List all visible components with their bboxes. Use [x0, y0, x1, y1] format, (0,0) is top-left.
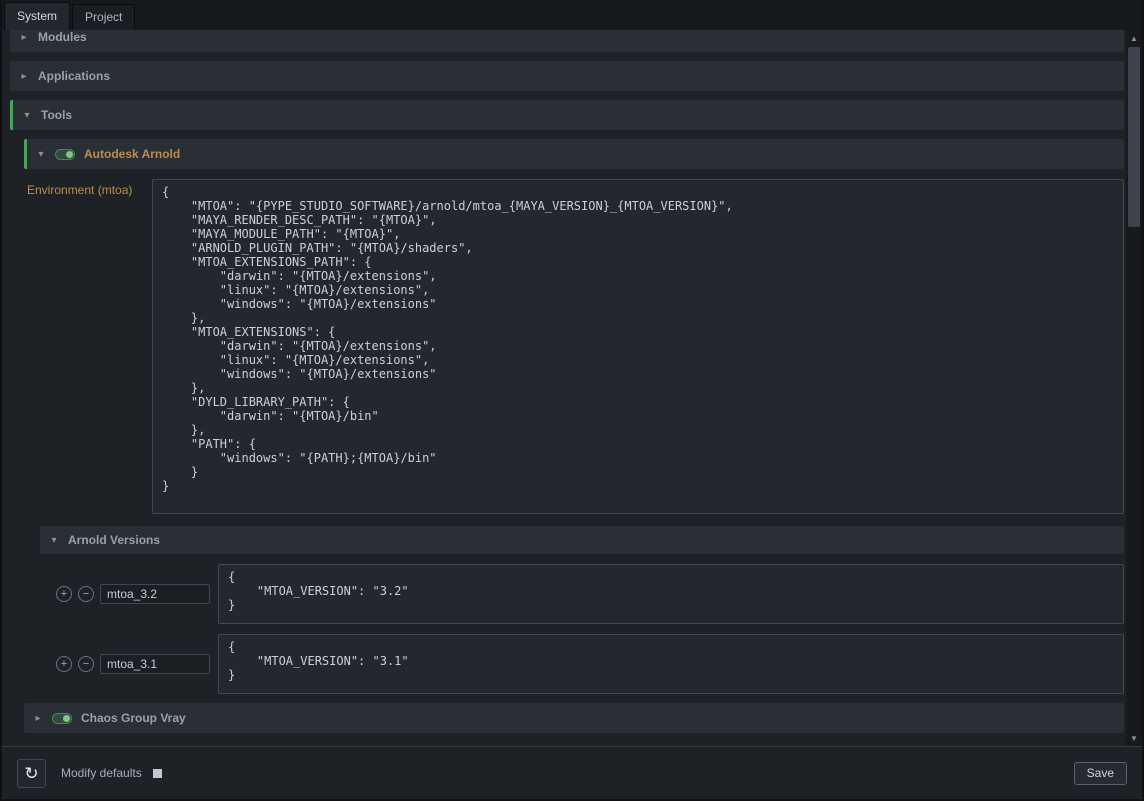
remove-version-button[interactable]: − [78, 656, 94, 672]
subsection-label-arnold-versions: Arnold Versions [68, 533, 160, 547]
refresh-button[interactable]: ↻ [17, 759, 46, 788]
group-header-arnold[interactable]: ▾ Autodesk Arnold [24, 139, 1124, 169]
section-header-modules[interactable]: ▸ Modules [10, 30, 1124, 52]
collapsed-arrow-icon: ▸ [33, 713, 43, 724]
tab-project-label: Project [85, 10, 122, 24]
section-label-tools: Tools [41, 108, 72, 122]
modify-defaults-label: Modify defaults [61, 766, 142, 780]
group-label-arnold: Autodesk Arnold [84, 147, 180, 161]
settings-scroll-area: ▸ Modules ▸ Applications ▾ Tools ▾ Autod… [2, 30, 1126, 746]
vray-enabled-toggle[interactable] [52, 713, 72, 724]
version-row: + − { "MTOA_VERSION": "3.2" } [40, 564, 1124, 624]
collapsed-arrow-icon: ▸ [19, 32, 29, 43]
section-label-applications: Applications [38, 69, 110, 83]
tab-project[interactable]: Project [72, 4, 135, 30]
tab-bar: System Project [2, 0, 1142, 30]
subsection-header-arnold-versions[interactable]: ▾ Arnold Versions [40, 526, 1124, 554]
scroll-thumb[interactable] [1128, 47, 1140, 227]
expanded-arrow-icon: ▾ [49, 535, 59, 546]
version-key-input[interactable] [100, 654, 210, 674]
arnold-enabled-toggle[interactable] [55, 149, 75, 160]
environment-label: Environment (mtoa) [24, 179, 152, 197]
section-header-applications[interactable]: ▸ Applications [10, 61, 1124, 91]
add-version-button[interactable]: + [56, 586, 72, 602]
scroll-down-button[interactable]: ▼ [1126, 730, 1142, 746]
environment-row: Environment (mtoa) { "MTOA": "{PYPE_STUD… [24, 179, 1124, 514]
vertical-scrollbar[interactable]: ▲ ▼ [1126, 30, 1142, 746]
settings-window: System Project ▸ Modules ▸ Applications … [0, 0, 1144, 801]
version-key-input[interactable] [100, 584, 210, 604]
settings-body: ▸ Modules ▸ Applications ▾ Tools ▾ Autod… [2, 30, 1142, 746]
section-label-modules: Modules [38, 30, 87, 44]
tab-system-label: System [17, 9, 57, 23]
tab-system[interactable]: System [4, 2, 70, 30]
expanded-arrow-icon: ▾ [22, 110, 32, 121]
modify-defaults-checkbox[interactable] [153, 769, 162, 778]
group-header-vray[interactable]: ▸ Chaos Group Vray [24, 703, 1124, 733]
scroll-track[interactable] [1126, 46, 1142, 730]
expanded-arrow-icon: ▾ [36, 149, 46, 160]
arnold-versions-section: ▾ Arnold Versions + − { "MTOA_VERSION": … [40, 526, 1124, 694]
version-row: + − { "MTOA_VERSION": "3.1" } [40, 634, 1124, 694]
version-json-editor[interactable]: { "MTOA_VERSION": "3.2" } [218, 564, 1124, 624]
environment-json-editor[interactable]: { "MTOA": "{PYPE_STUDIO_SOFTWARE}/arnold… [152, 179, 1124, 514]
scroll-up-button[interactable]: ▲ [1126, 30, 1142, 46]
section-header-tools[interactable]: ▾ Tools [10, 100, 1124, 130]
refresh-icon: ↻ [24, 765, 38, 782]
add-version-button[interactable]: + [56, 656, 72, 672]
version-json-editor[interactable]: { "MTOA_VERSION": "3.1" } [218, 634, 1124, 694]
footer-bar: ↻ Modify defaults Save [2, 746, 1142, 799]
remove-version-button[interactable]: − [78, 586, 94, 602]
collapsed-arrow-icon: ▸ [19, 71, 29, 82]
tool-group-arnold: ▾ Autodesk Arnold Environment (mtoa) { "… [24, 139, 1124, 694]
group-label-vray: Chaos Group Vray [81, 711, 186, 725]
save-button[interactable]: Save [1074, 762, 1127, 785]
tool-group-vray: ▸ Chaos Group Vray [24, 703, 1124, 733]
